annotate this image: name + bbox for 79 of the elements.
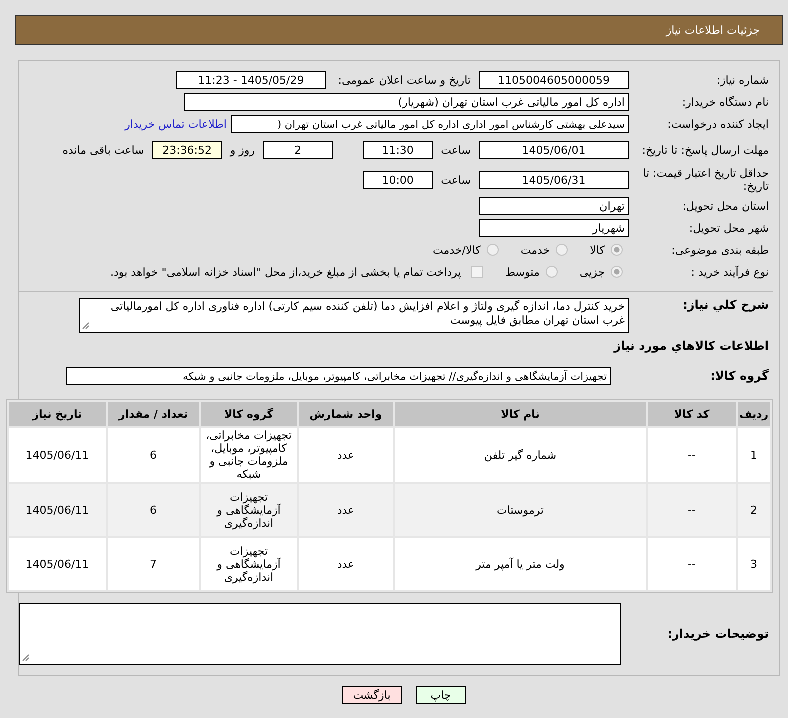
radio-button[interactable]: [611, 266, 623, 278]
table-cell: --: [648, 538, 736, 590]
radio-label: خدمت: [520, 244, 550, 256]
column-header: واحد شمارش: [299, 402, 393, 426]
city-field: شهریار: [479, 219, 629, 237]
field-label: تاریخ و ساعت اعلان عمومی:: [338, 74, 471, 86]
section-title: اطلاعات کالاهاي مورد نياز: [612, 339, 770, 353]
field-label: شرح کلي نياز:: [682, 298, 770, 312]
goods-group-field: تجهیزات آزمایشگاهی و اندازه‌گیری// تجهیزات مخابراتی، کامپیوتر، موبایل، ملزومات جانبی و شبکه: [66, 367, 611, 385]
buyer-notes-field[interactable]: [19, 603, 621, 665]
page-title: جزئیات اطلاعات نیاز: [666, 24, 760, 36]
need-number-field: 1105004605000059: [479, 71, 629, 89]
checkbox[interactable]: [471, 266, 484, 278]
column-header: نام کالا: [395, 402, 646, 426]
table-cell: 2: [738, 484, 770, 536]
checkbox-label: پرداخت تمام یا بخشی از مبلغ خرید،از محل "اسناد خزانه اسلامی" خواهد بود.: [110, 266, 462, 278]
field-label: حداقل تاریخ اعتبار قیمت: تا تاریخ:: [642, 167, 770, 193]
field-label: ساعت باقی مانده: [62, 144, 144, 156]
deadline-time-field: 11:30: [363, 141, 434, 159]
field-label: توضیحات خریدار:: [666, 627, 770, 641]
radio-button[interactable]: [556, 244, 568, 256]
buyer-field: اداره کل امور مالیاتی غرب استان تهران (شهریار): [184, 93, 629, 111]
radio-label: متوسط: [505, 266, 540, 278]
table-cell: --: [648, 484, 736, 536]
column-header: کد کالا: [648, 402, 736, 426]
field-label: نام دستگاه خریدار:: [681, 96, 770, 108]
radio-label: کالا/خدمت: [433, 244, 481, 256]
column-header: تعداد / مقدار: [108, 402, 199, 426]
validity-date-field: 1405/06/31: [479, 171, 629, 189]
table-cell: ترموستات: [395, 484, 646, 536]
radio-button[interactable]: [611, 244, 623, 256]
contact-link[interactable]: اطلاعات تماس خریدار: [125, 118, 227, 130]
resize-grip-icon: [22, 654, 30, 662]
table-cell: 6: [108, 484, 199, 536]
table-cell: --: [648, 428, 736, 482]
table-cell: شماره گیر تلفن: [395, 428, 646, 482]
field-label: استان محل تحویل:: [682, 200, 770, 212]
announce-date-field: 1405/05/29 - 11:23: [176, 71, 326, 89]
table-cell: 1: [738, 428, 770, 482]
field-label: طبقه بندی موضوعی:: [670, 244, 770, 256]
back-button[interactable]: بازگشت: [342, 686, 402, 704]
column-header: ردیف: [738, 402, 770, 426]
table-cell: تجهیزات مخابراتی، کامپیوتر، موبایل، ملزومات جانبی و شبکه: [201, 428, 297, 482]
table-cell: عدد: [299, 484, 393, 536]
field-label: روز و: [230, 144, 256, 156]
table-cell: 1405/06/11: [9, 538, 106, 590]
radio-label: کالا: [590, 244, 605, 256]
column-header: گروه کالا: [201, 402, 297, 426]
remaining-time-field: 23:36:52: [152, 141, 222, 159]
field-label: ساعت: [441, 174, 471, 186]
creator-field: سیدعلی بهشتی کارشناس امور اداری اداره کل امور مالیاتی غرب استان تهران (: [231, 115, 629, 133]
province-field: تهران: [479, 197, 629, 215]
table-cell: 1405/06/11: [9, 428, 106, 482]
validity-time-field: 10:00: [363, 171, 434, 189]
table-cell: 3: [738, 538, 770, 590]
field-label: ساعت: [441, 144, 471, 156]
table-cell: 6: [108, 428, 199, 482]
resize-grip-icon: [82, 322, 90, 330]
table-cell: ولت متر یا آمپر متر: [395, 538, 646, 590]
radio-button[interactable]: [546, 266, 558, 278]
field-label: گروه کالا:: [710, 369, 770, 383]
print-button[interactable]: چاپ: [416, 686, 466, 704]
table-cell: تجهیزات آزمایشگاهی و اندازه‌گیری: [201, 538, 297, 590]
table-cell: 7: [108, 538, 199, 590]
field-label: مهلت ارسال پاسخ: تا تاریخ:: [641, 144, 770, 156]
table-cell: تجهیزات آزمایشگاهی و اندازه‌گیری: [201, 484, 297, 536]
field-label: شماره نیاز:: [716, 74, 770, 86]
column-header: تاریخ نیاز: [9, 402, 106, 426]
field-label: ایجاد کننده درخواست:: [666, 118, 770, 130]
radio-label: جزیی: [580, 266, 605, 278]
table-cell: عدد: [299, 538, 393, 590]
table-cell: عدد: [299, 428, 393, 482]
days-field: 2: [263, 141, 334, 159]
field-label: شهر محل تحویل:: [688, 222, 770, 234]
table-cell: 1405/06/11: [9, 484, 106, 536]
field-label: نوع فرآیند خرید :: [690, 266, 770, 278]
deadline-date-field: 1405/06/01: [479, 141, 629, 159]
radio-button[interactable]: [486, 244, 499, 256]
description-text: خرید کنترل دما، اندازه گیری ولتاژ و اعلام افزایش دما (تلفن کننده سیم کارتی) اداره فناوری اداره کل امورمالیاتی غرب استان تهران مطابق فایل پیوست: [110, 300, 625, 328]
